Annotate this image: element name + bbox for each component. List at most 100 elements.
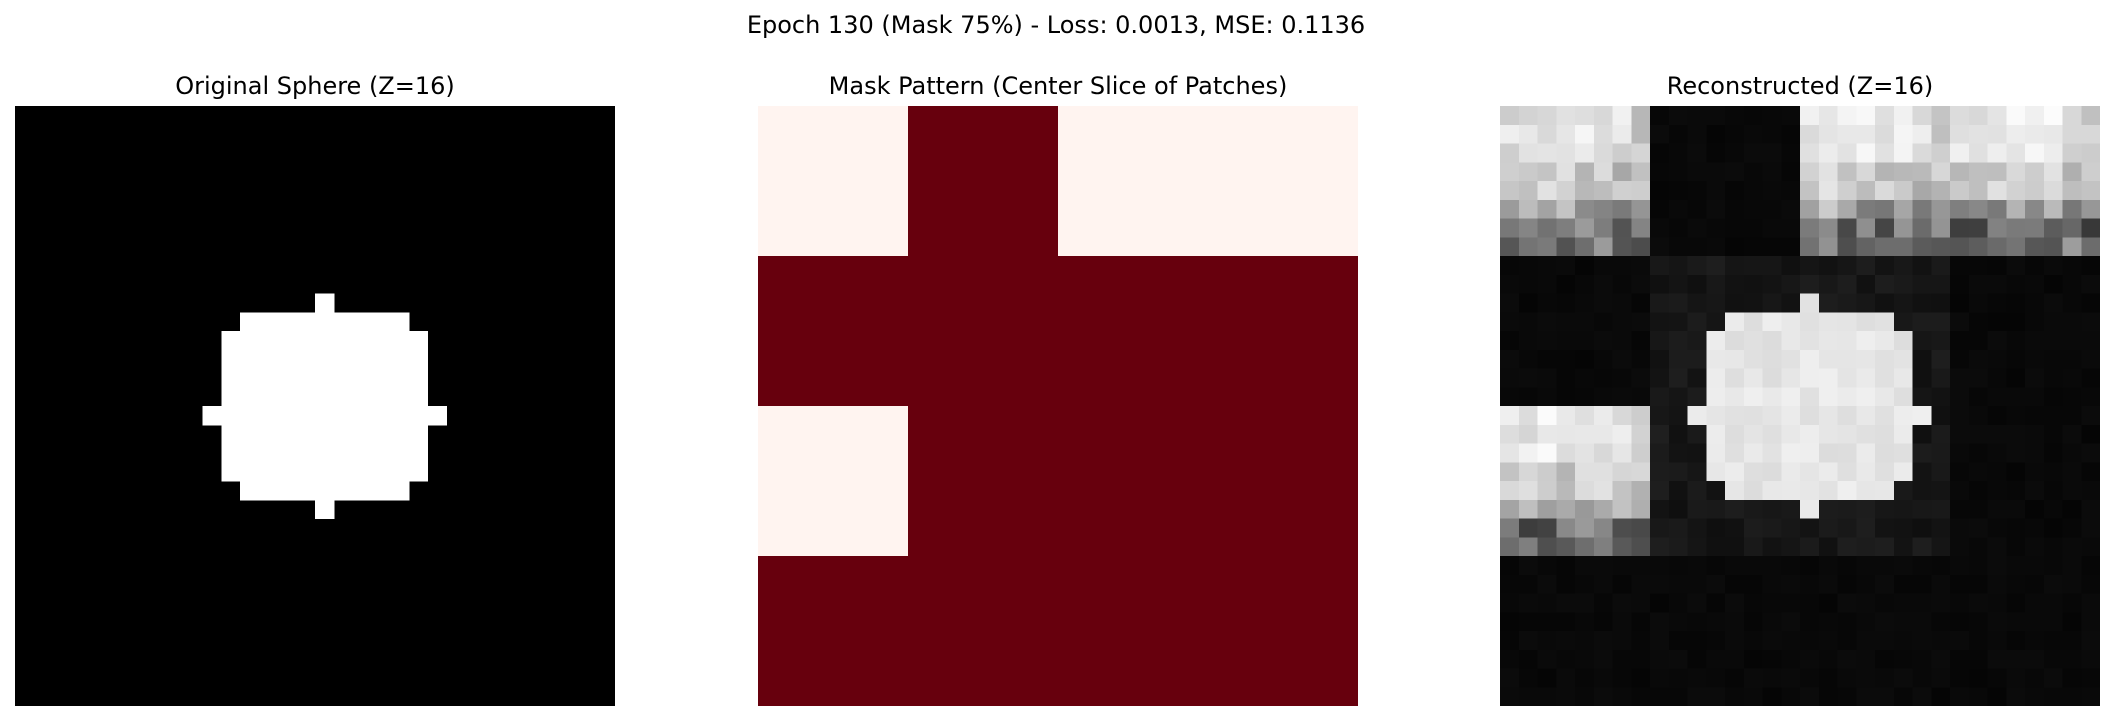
reconstruction-cell xyxy=(1687,312,1707,332)
reconstruction-cell xyxy=(1518,387,1538,407)
heatmap-cell xyxy=(277,331,297,351)
reconstruction-cell xyxy=(1706,612,1726,632)
reconstruction-cell xyxy=(1856,537,1876,557)
reconstruction-cell xyxy=(1631,274,1651,294)
reconstruction-cell xyxy=(1987,668,2007,688)
reconstruction-cell xyxy=(2043,256,2063,276)
reconstruction-cell xyxy=(1668,349,1688,369)
reconstruction-cell xyxy=(1575,181,1595,201)
reconstruction-cell xyxy=(1912,631,1932,651)
reconstruction-cell xyxy=(2062,556,2082,576)
reconstruction-cell xyxy=(2081,593,2100,613)
heatmap-cell xyxy=(371,481,391,501)
heatmap-cell xyxy=(390,424,410,444)
reconstruction-cell xyxy=(1762,293,1782,313)
reconstruction-cell xyxy=(1556,218,1576,238)
reconstruction-cell xyxy=(1518,612,1538,632)
reconstruction-cell xyxy=(1893,649,1913,669)
reconstruction-cell xyxy=(1650,162,1670,182)
reconstruction-cell xyxy=(1743,106,1763,126)
reconstruction-cell xyxy=(1725,462,1745,482)
reconstruction-cell xyxy=(2006,368,2026,388)
reconstruction-cell xyxy=(1612,687,1632,706)
reconstruction-cell xyxy=(1893,387,1913,407)
reconstruction-cell xyxy=(1781,106,1801,126)
reconstruction-cell xyxy=(1612,518,1632,538)
heatmap-cell xyxy=(427,406,447,426)
reconstruction-cell xyxy=(1968,331,1988,351)
reconstruction-cell xyxy=(1762,331,1782,351)
reconstruction-cell xyxy=(2062,631,2082,651)
reconstruction-cell xyxy=(1518,274,1538,294)
reconstruction-cell xyxy=(1931,143,1951,163)
reconstruction-cell xyxy=(1668,481,1688,501)
reconstruction-cell xyxy=(1593,462,1613,482)
reconstruction-cell xyxy=(1781,574,1801,594)
reconstruction-cell xyxy=(1593,518,1613,538)
reconstruction-cell xyxy=(1650,106,1670,126)
reconstruction-cell xyxy=(1537,199,1557,219)
heatmap-cell xyxy=(202,406,222,426)
reconstruction-cell xyxy=(1818,256,1838,276)
reconstruction-cell xyxy=(1912,143,1932,163)
reconstruction-cell xyxy=(1593,387,1613,407)
reconstruction-cell xyxy=(1912,368,1932,388)
reconstruction-cell xyxy=(1575,331,1595,351)
reconstruction-cell xyxy=(1968,631,1988,651)
heatmap-cell xyxy=(258,387,278,407)
heatmap-cell xyxy=(240,312,260,332)
reconstruction-cell xyxy=(1781,687,1801,706)
reconstruction-cell xyxy=(1762,387,1782,407)
reconstruction-cell xyxy=(1668,181,1688,201)
reconstruction-cell xyxy=(2062,106,2082,126)
reconstruction-cell xyxy=(1800,331,1820,351)
reconstruction-cell xyxy=(1856,237,1876,257)
reconstruction-cell xyxy=(1706,124,1726,144)
reconstruction-cell xyxy=(2062,387,2082,407)
reconstruction-cell xyxy=(1725,199,1745,219)
reconstruction-cell xyxy=(1556,293,1576,313)
reconstruction-cell xyxy=(1725,218,1745,238)
reconstruction-cell xyxy=(1781,612,1801,632)
reconstruction-cell xyxy=(1500,162,1520,182)
reconstruction-cell xyxy=(1968,199,1988,219)
reconstruction-cell xyxy=(1575,574,1595,594)
reconstruction-cell xyxy=(1931,462,1951,482)
reconstruction-cell xyxy=(1518,593,1538,613)
reconstruction-cell xyxy=(1800,687,1820,706)
heatmap-cell xyxy=(408,462,428,482)
reconstruction-cell xyxy=(1537,331,1557,351)
reconstruction-cell xyxy=(1668,612,1688,632)
reconstruction-cell xyxy=(1800,649,1820,669)
heatmap-cell xyxy=(315,406,335,426)
reconstruction-cell xyxy=(1781,331,1801,351)
reconstruction-cell xyxy=(2043,274,2063,294)
reconstruction-cell xyxy=(2025,687,2045,706)
reconstruction-cell xyxy=(1612,124,1632,144)
reconstruction-cell xyxy=(1612,237,1632,257)
reconstruction-cell xyxy=(1800,124,1820,144)
reconstruction-cell xyxy=(1912,256,1932,276)
reconstruction-cell xyxy=(1743,199,1763,219)
reconstruction-cell xyxy=(1537,237,1557,257)
heatmap-cell xyxy=(371,349,391,369)
reconstruction-cell xyxy=(1856,574,1876,594)
reconstruction-cell xyxy=(1650,668,1670,688)
reconstruction-cell xyxy=(1743,593,1763,613)
reconstruction-cell xyxy=(2081,181,2100,201)
reconstruction-cell xyxy=(1743,631,1763,651)
reconstruction-cell xyxy=(1800,593,1820,613)
reconstruction-cell xyxy=(1800,406,1820,426)
reconstruction-cell xyxy=(1987,687,2007,706)
reconstruction-cell xyxy=(1575,631,1595,651)
reconstruction-cell xyxy=(1837,274,1857,294)
heatmap-cell xyxy=(258,349,278,369)
reconstruction-cell xyxy=(1518,424,1538,444)
heatmap-cell xyxy=(258,424,278,444)
reconstruction-cell xyxy=(1612,181,1632,201)
reconstruction-cell xyxy=(1556,649,1576,669)
reconstruction-cell xyxy=(1500,687,1520,706)
heatmap-cell xyxy=(315,443,335,463)
reconstruction-cell xyxy=(2062,124,2082,144)
reconstruction-cell xyxy=(1931,368,1951,388)
